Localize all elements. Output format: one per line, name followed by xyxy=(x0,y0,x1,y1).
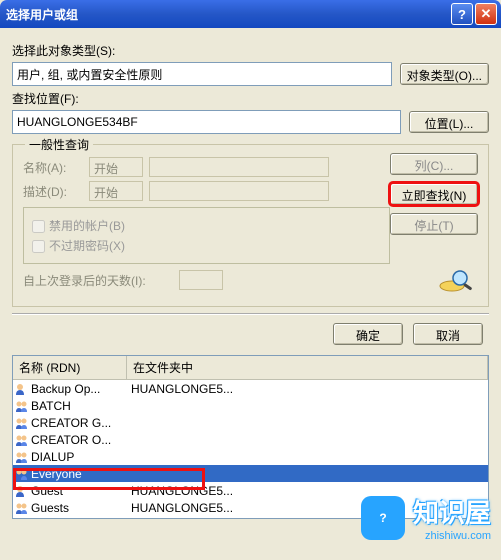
disabled-accounts-checkbox: 禁用的帐户(B) xyxy=(32,217,381,234)
results-rows: Backup Op...HUANGLONGE5...BATCHCREATOR G… xyxy=(13,380,488,519)
row-name: HelpAssis... xyxy=(31,518,131,520)
days-since-logon-combo xyxy=(179,270,223,290)
name-match-combo: 开始 xyxy=(89,157,143,177)
nonexpiring-password-checkbox: 不过期密码(X) xyxy=(32,237,381,254)
table-row[interactable]: DIALUP xyxy=(13,448,488,465)
dialog-titlebar: 选择用户或组 ? ✕ xyxy=(0,0,501,28)
group-icon xyxy=(15,501,29,515)
days-since-logon-label: 自上次登录后的天数(I): xyxy=(23,272,173,289)
dialog-title: 选择用户或组 xyxy=(6,6,449,23)
stop-button: 停止(T) xyxy=(390,213,478,235)
help-button[interactable]: ? xyxy=(451,3,473,25)
row-name: Guest xyxy=(31,484,131,498)
row-name: CREATOR G... xyxy=(31,416,131,430)
row-folder: HUANGLONGE5... xyxy=(131,484,486,498)
row-folder: HUANGLONGE5... xyxy=(131,518,486,520)
search-icon xyxy=(438,266,478,294)
group-icon xyxy=(15,433,29,447)
table-row[interactable]: GuestHUANGLONGE5... xyxy=(13,482,488,499)
table-row[interactable]: Everyone xyxy=(13,465,488,482)
query-action-column: 列(C)... 立即查找(N) 停止(T) xyxy=(390,153,478,294)
row-name: CREATOR O... xyxy=(31,433,131,447)
find-now-button[interactable]: 立即查找(N) xyxy=(390,183,478,205)
name-filter-label: 名称(A): xyxy=(23,159,83,176)
table-row[interactable]: GuestsHUANGLONGE5... xyxy=(13,499,488,516)
row-folder: HUANGLONGE5... xyxy=(131,501,486,515)
table-row[interactable]: HelpAssis...HUANGLONGE5... xyxy=(13,516,488,519)
table-row[interactable]: CREATOR G... xyxy=(13,414,488,431)
object-type-field[interactable]: 用户, 组, 或内置安全性原则 xyxy=(12,62,392,86)
row-folder: HUANGLONGE5... xyxy=(131,382,486,396)
table-row[interactable]: CREATOR O... xyxy=(13,431,488,448)
col-name-header[interactable]: 名称 (RDN) xyxy=(13,356,127,379)
cancel-button[interactable]: 取消 xyxy=(413,323,483,345)
ok-button[interactable]: 确定 xyxy=(333,323,403,345)
desc-match-combo: 开始 xyxy=(89,181,143,201)
close-button[interactable]: ✕ xyxy=(475,3,497,25)
general-query-legend: 一般性查询 xyxy=(25,136,93,153)
table-row[interactable]: Backup Op...HUANGLONGE5... xyxy=(13,380,488,397)
results-header: 名称 (RDN) 在文件夹中 xyxy=(13,356,488,380)
table-row[interactable]: BATCH xyxy=(13,397,488,414)
object-type-label: 选择此对象类型(S): xyxy=(12,42,489,59)
location-label: 查找位置(F): xyxy=(12,90,489,107)
locations-button[interactable]: 位置(L)... xyxy=(409,111,489,133)
query-form: 名称(A): 开始 描述(D): 开始 禁用的帐户(B) 不过期密码(X) 自上… xyxy=(23,153,390,294)
col-folder-header[interactable]: 在文件夹中 xyxy=(127,356,488,379)
group-icon xyxy=(15,416,29,430)
user-icon xyxy=(15,382,29,396)
row-name: BATCH xyxy=(31,399,131,413)
dialog-content: 选择此对象类型(S): 用户, 组, 或内置安全性原则 对象类型(O)... 查… xyxy=(0,28,501,525)
columns-button[interactable]: 列(C)... xyxy=(390,153,478,175)
row-name: DIALUP xyxy=(31,450,131,464)
results-list[interactable]: 名称 (RDN) 在文件夹中 Backup Op...HUANGLONGE5..… xyxy=(12,355,489,519)
group-icon xyxy=(15,399,29,413)
group-icon xyxy=(15,467,29,481)
dialog-bottom-buttons: 确定 取消 xyxy=(12,313,489,349)
object-types-button[interactable]: 对象类型(O)... xyxy=(400,63,489,85)
location-field[interactable]: HUANGLONGE534BF xyxy=(12,110,401,134)
checkbox-group: 禁用的帐户(B) 不过期密码(X) xyxy=(23,207,390,264)
row-name: Guests xyxy=(31,501,131,515)
desc-filter-label: 描述(D): xyxy=(23,183,83,200)
group-icon xyxy=(15,450,29,464)
userx-icon xyxy=(15,518,29,520)
name-filter-input xyxy=(149,157,329,177)
row-name: Backup Op... xyxy=(31,382,131,396)
user-icon xyxy=(15,484,29,498)
watermark-url: zhishiwu.com xyxy=(413,530,491,542)
general-query-group: 一般性查询 名称(A): 开始 描述(D): 开始 禁用的帐户(B) 不过期密码… xyxy=(12,144,489,307)
row-name: Everyone xyxy=(31,467,131,481)
desc-filter-input xyxy=(149,181,329,201)
